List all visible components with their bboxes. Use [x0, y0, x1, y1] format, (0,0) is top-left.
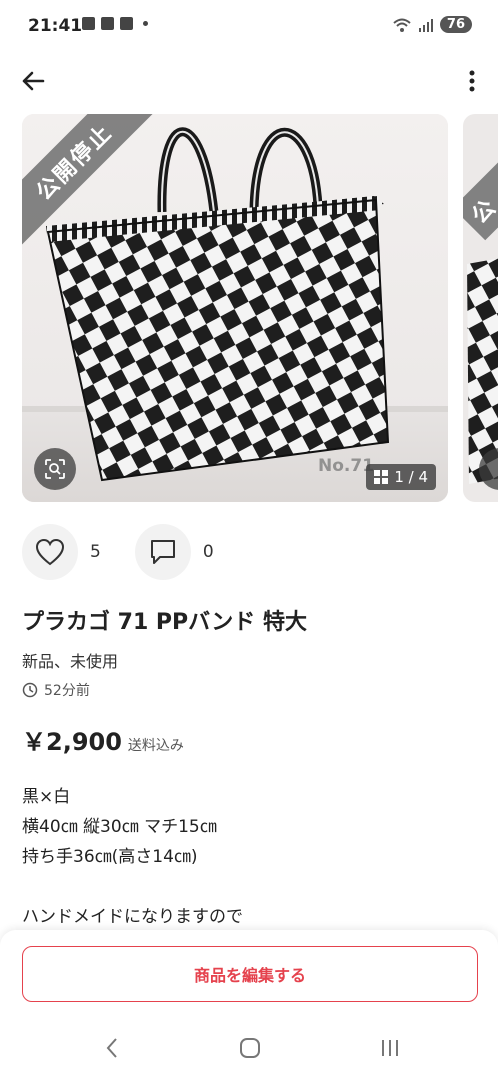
action-row: 5 0: [22, 524, 214, 580]
back-arrow-icon: [22, 71, 45, 91]
status-time: 21:41: [28, 16, 83, 36]
signal-icon: [418, 18, 433, 32]
description-line: 横40㎝ 縦30㎝ マチ15㎝: [22, 817, 217, 837]
system-nav-bar: [0, 1014, 498, 1080]
posted-time: 52分前: [22, 680, 90, 700]
description-line: 持ち手36㎝(高さ14㎝): [22, 847, 198, 867]
comment-button[interactable]: [134, 524, 191, 580]
price-row: ￥2,900 送料込み: [22, 722, 184, 757]
nav-back-icon: [106, 1038, 117, 1058]
edit-item-button[interactable]: 商品を編集する: [22, 946, 478, 1002]
more-menu-button[interactable]: [462, 64, 482, 98]
comment-icon: [150, 540, 175, 564]
nav-back-button[interactable]: [100, 1036, 124, 1060]
shipping-label: 送料込み: [127, 738, 184, 754]
description-line: [22, 872, 243, 902]
product-photo[interactable]: 公開停止 No.71 1 / 4: [22, 114, 448, 502]
bottom-action-bar: 商品を編集する: [0, 930, 498, 1014]
description-line: 黒×白: [22, 787, 71, 807]
more-vertical-icon: [469, 70, 475, 92]
photo-counter-text: 1 / 4: [394, 468, 428, 486]
nav-home-button[interactable]: [238, 1036, 262, 1060]
more-notifications-icon: [143, 21, 148, 26]
item-description: 黒×白 横40㎝ 縦30㎝ マチ15㎝ 持ち手36㎝(高さ14㎝) ハンドメイド…: [22, 782, 243, 932]
nav-recents-button[interactable]: [378, 1036, 402, 1060]
photo-carousel[interactable]: 公開停止 No.71 1 / 4 公: [0, 114, 498, 504]
clock-icon: [22, 682, 38, 698]
like-button[interactable]: [22, 524, 78, 580]
basket-image-next: [467, 258, 498, 484]
next-product-photo[interactable]: 公: [463, 114, 498, 502]
wifi-icon: [393, 18, 411, 32]
notification-icons: [82, 17, 148, 30]
item-price: ￥2,900: [22, 728, 122, 756]
item-condition: 新品、未使用: [22, 652, 119, 671]
nav-home-icon: [240, 1038, 260, 1058]
status-bar: 21:41 76: [0, 0, 498, 54]
battery-badge: 76: [439, 16, 472, 33]
back-button[interactable]: [16, 64, 50, 98]
item-title: プラカゴ 71 PPバンド 特大: [22, 610, 307, 635]
notification-icon: [101, 17, 114, 30]
notification-icon: [82, 17, 95, 30]
comment-count: 0: [202, 542, 214, 562]
description-line: ハンドメイドになりますので: [22, 907, 243, 927]
posted-time-text: 52分前: [44, 683, 90, 699]
notification-icon: [120, 17, 133, 30]
like-count: 5: [90, 542, 101, 562]
nav-recents-icon: [382, 1040, 398, 1056]
edit-item-label: 商品を編集する: [193, 966, 306, 985]
image-search-button[interactable]: [34, 448, 76, 490]
grid-icon: [374, 470, 389, 484]
image-search-icon: [45, 459, 65, 479]
app-header: [0, 56, 498, 106]
photo-counter: 1 / 4: [366, 464, 436, 490]
status-indicators: 76: [392, 16, 472, 33]
heart-icon: [35, 538, 65, 566]
